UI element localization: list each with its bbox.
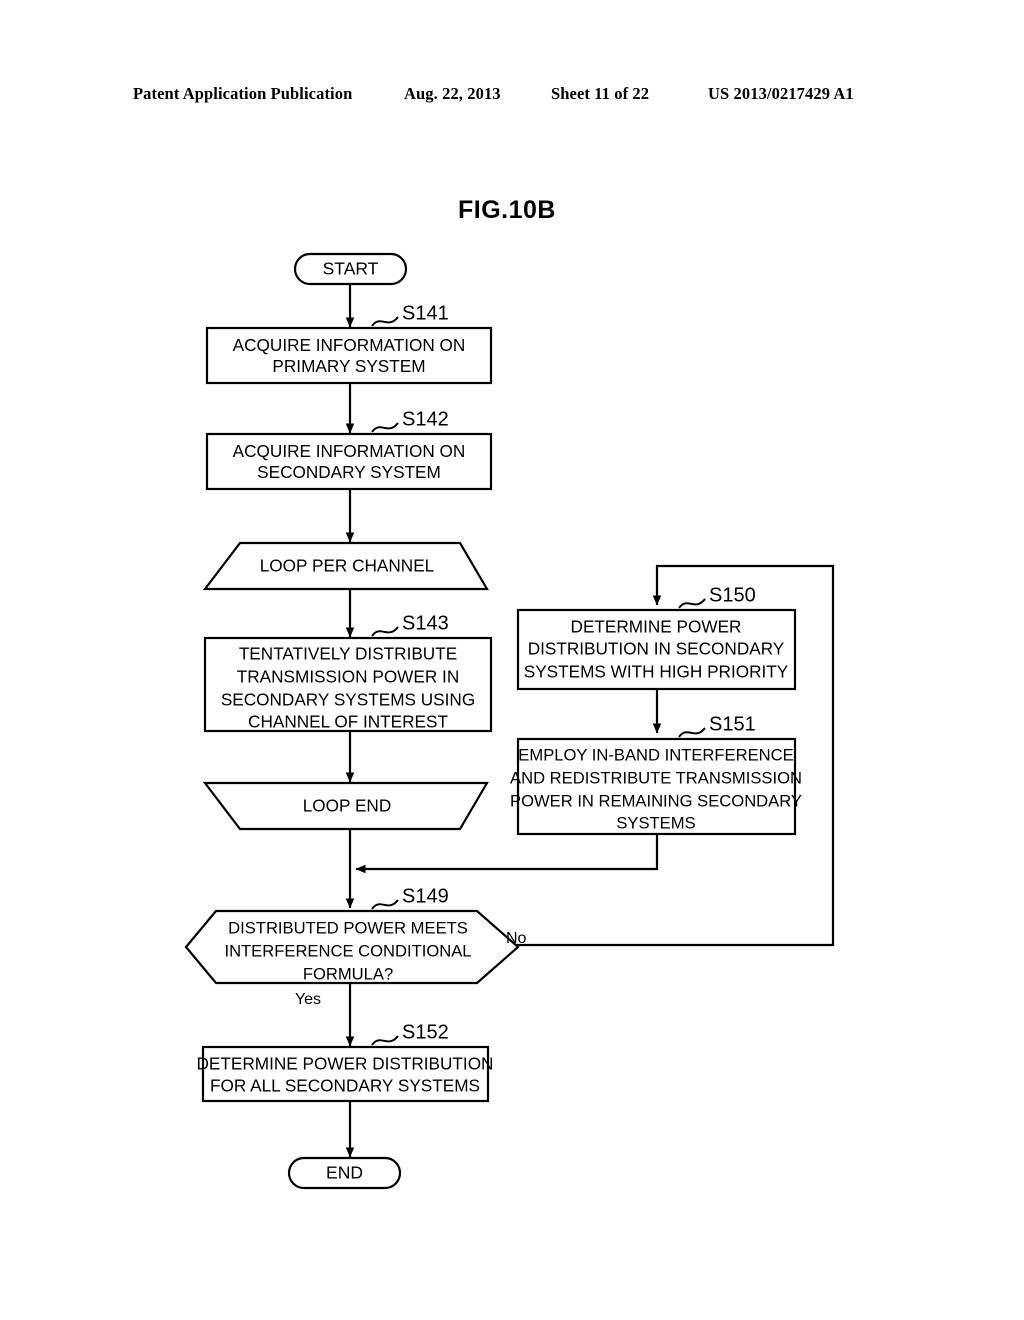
node-s143: TENTATIVELY DISTRIBUTE TRANSMISSION POWE… [203, 612, 493, 733]
s151-leader-squiggle [678, 727, 706, 738]
s143-step-label: S143 [402, 612, 449, 634]
connector-s151-to-main-trunk [355, 834, 659, 874]
s143-line-1: TENTATIVELY DISTRIBUTE [239, 644, 457, 664]
s149-line-1: DISTRIBUTED POWER MEETS [228, 918, 468, 937]
s150-line-2: DISTRIBUTION IN SECONDARY [528, 639, 785, 659]
node-loop-end: LOOP END [202, 781, 489, 831]
s149-no-branch-label: No [506, 930, 527, 947]
s150-step-label: S150 [709, 584, 756, 606]
s150-leader-squiggle [678, 598, 706, 609]
loop-end-label: LOOP END [303, 796, 392, 816]
s141-leader-squiggle [371, 316, 399, 327]
s143-leader-squiggle [371, 626, 399, 637]
s142-leader-squiggle [371, 422, 399, 433]
s141-line-1: ACQUIRE INFORMATION ON [233, 335, 466, 355]
s151-line-3: POWER IN REMAINING SECONDARY [510, 791, 802, 810]
s151-line-4: SYSTEMS [616, 813, 695, 832]
s152-leader-squiggle [371, 1035, 399, 1046]
s143-line-2: TRANSMISSION POWER IN [237, 667, 460, 687]
s149-yes-branch-label: Yes [295, 991, 321, 1008]
node-s152: DETERMINE POWER DISTRIBUTION FOR ALL SEC… [197, 1021, 494, 1103]
start-terminal-label: START [323, 259, 379, 279]
patent-figure-page: Patent Application Publication Aug. 22, … [0, 0, 1024, 1320]
s152-line-2: FOR ALL SECONDARY SYSTEMS [210, 1076, 480, 1096]
s141-line-2: PRIMARY SYSTEM [272, 356, 425, 376]
s152-step-label: S152 [402, 1021, 449, 1043]
s149-line-2: INTERFERENCE CONDITIONAL [224, 941, 471, 960]
flowchart-diagram: START ACQUIRE INFORMATION ON PRIMARY SYS… [184, 252, 835, 1190]
s142-line-2: SECONDARY SYSTEM [257, 462, 441, 482]
s143-line-3: SECONDARY SYSTEMS USING [221, 690, 475, 710]
end-terminal-label: END [326, 1163, 363, 1183]
loop-start-label: LOOP PER CHANNEL [260, 556, 434, 576]
s150-line-1: DETERMINE POWER [571, 617, 742, 637]
node-start: START [293, 252, 408, 286]
node-loop-start: LOOP PER CHANNEL [202, 541, 489, 591]
s141-step-label: S141 [402, 302, 449, 324]
s150-line-3: SYSTEMS WITH HIGH PRIORITY [524, 662, 789, 682]
s152-line-1: DETERMINE POWER DISTRIBUTION [197, 1054, 494, 1074]
s142-line-1: ACQUIRE INFORMATION ON [233, 441, 466, 461]
s151-step-label: S151 [709, 713, 756, 735]
s149-leader-squiggle [371, 899, 399, 910]
s149-step-label: S149 [402, 885, 449, 907]
node-end: END [287, 1156, 402, 1190]
node-s149: DISTRIBUTED POWER MEETS INTERFERENCE CON… [184, 885, 527, 1008]
s143-line-4: CHANNEL OF INTEREST [248, 712, 448, 732]
s151-line-2: AND REDISTRIBUTE TRANSMISSION [510, 768, 802, 787]
s142-step-label: S142 [402, 408, 449, 430]
s151-line-1: EMPLOY IN-BAND INTERFERENCE [518, 745, 793, 764]
s149-line-3: FORMULA? [303, 964, 393, 983]
